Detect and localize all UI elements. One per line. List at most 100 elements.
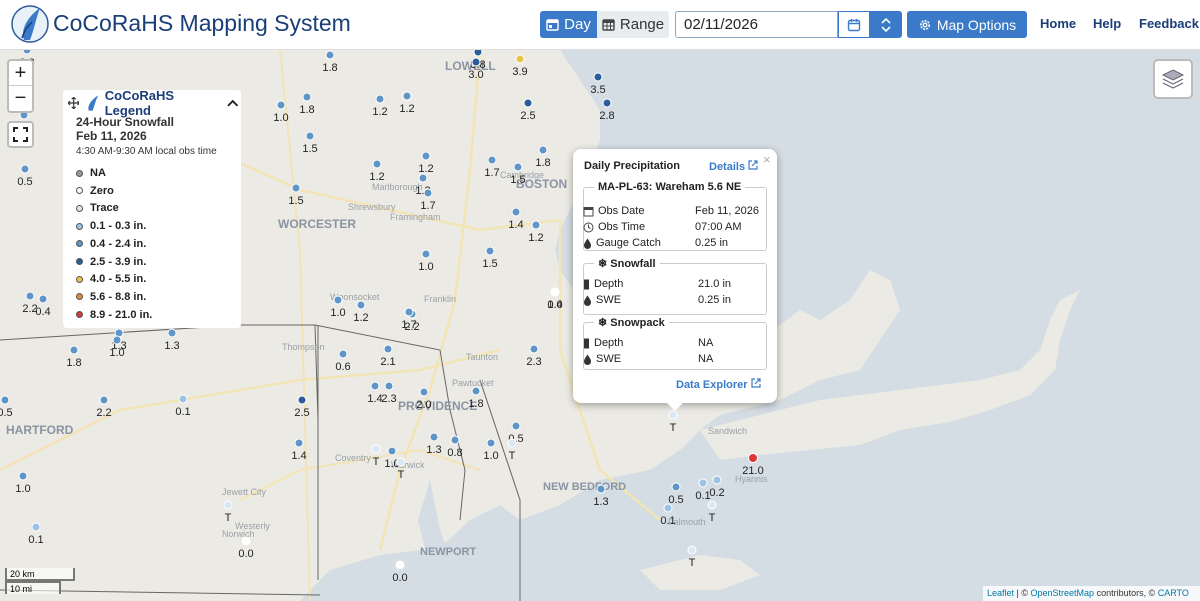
- nav-help-link[interactable]: Help: [1093, 16, 1121, 31]
- station-marker[interactable]: [302, 92, 312, 102]
- station-marker[interactable]: [487, 155, 497, 165]
- station-marker[interactable]: [338, 349, 348, 359]
- station-marker[interactable]: [507, 438, 517, 448]
- station-marker[interactable]: [387, 446, 397, 456]
- station-marker[interactable]: [372, 159, 382, 169]
- station-marker[interactable]: [486, 438, 496, 448]
- station-marker[interactable]: [69, 345, 79, 355]
- station-marker[interactable]: [383, 344, 393, 354]
- osm-link[interactable]: OpenStreetMap: [1031, 588, 1095, 598]
- station-marker[interactable]: [276, 100, 286, 110]
- station-marker[interactable]: [671, 482, 681, 492]
- move-icon[interactable]: [68, 97, 80, 109]
- station-marker[interactable]: [291, 183, 301, 193]
- station-marker[interactable]: [294, 438, 304, 448]
- station-marker[interactable]: [698, 478, 708, 488]
- station-value-label: 0.5: [668, 494, 683, 506]
- station-marker[interactable]: [333, 295, 343, 305]
- station-marker[interactable]: [748, 453, 758, 463]
- station-value-label: 1.0: [15, 483, 30, 495]
- station-marker[interactable]: [550, 287, 560, 297]
- station-marker[interactable]: [20, 164, 30, 174]
- map-options-button[interactable]: Map Options: [907, 11, 1027, 38]
- station-marker[interactable]: [471, 386, 481, 396]
- station-marker[interactable]: [305, 131, 315, 141]
- station-marker[interactable]: [663, 503, 673, 513]
- station-marker[interactable]: [531, 220, 541, 230]
- station-marker[interactable]: [529, 344, 539, 354]
- station-marker[interactable]: [18, 471, 28, 481]
- cocorahs-logo-icon[interactable]: [10, 2, 50, 46]
- carto-link[interactable]: CARTO: [1158, 588, 1189, 598]
- station-marker[interactable]: [178, 394, 188, 404]
- station-marker[interactable]: [429, 432, 439, 442]
- station-marker[interactable]: [593, 72, 603, 82]
- station-marker[interactable]: [596, 484, 606, 494]
- range-button[interactable]: Range: [597, 11, 669, 38]
- fullscreen-button[interactable]: [7, 121, 34, 148]
- station-marker[interactable]: [473, 50, 483, 57]
- station-marker[interactable]: [421, 249, 431, 259]
- station-marker[interactable]: [22, 50, 32, 55]
- station-marker[interactable]: [384, 381, 394, 391]
- station-marker[interactable]: [421, 151, 431, 161]
- chevron-down-icon[interactable]: [880, 25, 892, 34]
- station-marker[interactable]: [297, 395, 307, 405]
- legend-swatch: [76, 187, 83, 195]
- map-canvas[interactable]: LOWELL BOSTON WORCESTER PROVIDENCE HARTFORD N…: [0, 50, 1200, 601]
- station-marker[interactable]: [112, 335, 122, 345]
- station-marker[interactable]: [471, 57, 481, 67]
- station-value-label: 0.5: [0, 407, 13, 419]
- leaflet-link[interactable]: Leaflet: [987, 588, 1014, 598]
- station-marker[interactable]: [241, 536, 251, 546]
- station-marker[interactable]: [99, 395, 109, 405]
- zoom-in-button[interactable]: +: [9, 61, 32, 86]
- snowfall-title: Snowfall: [610, 258, 656, 270]
- station-marker[interactable]: [402, 91, 412, 101]
- station-marker[interactable]: [0, 395, 10, 405]
- station-marker[interactable]: [38, 294, 48, 304]
- station-marker[interactable]: [513, 162, 523, 172]
- station-marker[interactable]: [325, 50, 335, 60]
- station-marker[interactable]: [707, 500, 717, 510]
- station-marker[interactable]: [167, 328, 177, 338]
- nav-home-link[interactable]: Home: [1040, 16, 1076, 31]
- nav-feedback-link[interactable]: Feedback: [1139, 16, 1199, 31]
- station-marker[interactable]: [223, 500, 233, 510]
- station-marker[interactable]: [418, 173, 428, 183]
- station-marker[interactable]: [687, 545, 697, 555]
- zoom-out-button[interactable]: −: [9, 86, 32, 111]
- data-explorer-link[interactable]: Data Explorer: [676, 378, 761, 391]
- station-marker[interactable]: [668, 410, 678, 420]
- chevron-up-icon[interactable]: [226, 98, 238, 108]
- station-marker[interactable]: [712, 475, 722, 485]
- date-input[interactable]: [675, 11, 838, 38]
- station-marker[interactable]: [423, 188, 433, 198]
- station-marker[interactable]: [450, 435, 460, 445]
- station-marker[interactable]: [370, 381, 380, 391]
- station-marker[interactable]: [511, 207, 521, 217]
- station-marker[interactable]: [538, 145, 548, 155]
- details-link[interactable]: Details: [709, 160, 758, 173]
- station-marker[interactable]: [602, 98, 612, 108]
- station-marker[interactable]: [485, 246, 495, 256]
- station-marker[interactable]: [25, 291, 35, 301]
- station-marker[interactable]: [511, 421, 521, 431]
- station-marker[interactable]: [371, 444, 381, 454]
- station-marker[interactable]: [395, 560, 405, 570]
- station-marker[interactable]: [523, 98, 533, 108]
- station-marker[interactable]: [356, 300, 366, 310]
- date-picker-button[interactable]: [838, 11, 870, 38]
- station-marker[interactable]: [419, 387, 429, 397]
- close-popup-button[interactable]: ×: [763, 152, 771, 167]
- popup-title: Daily Precipitation: [584, 160, 680, 172]
- layers-button[interactable]: [1153, 59, 1193, 99]
- station-marker[interactable]: [404, 307, 414, 317]
- chevron-up-icon[interactable]: [880, 16, 892, 25]
- station-marker[interactable]: [31, 522, 41, 532]
- station-marker[interactable]: [375, 94, 385, 104]
- station-marker[interactable]: [515, 54, 525, 64]
- station-marker[interactable]: [396, 457, 406, 467]
- date-stepper[interactable]: [870, 11, 902, 38]
- day-button[interactable]: Day: [540, 11, 597, 38]
